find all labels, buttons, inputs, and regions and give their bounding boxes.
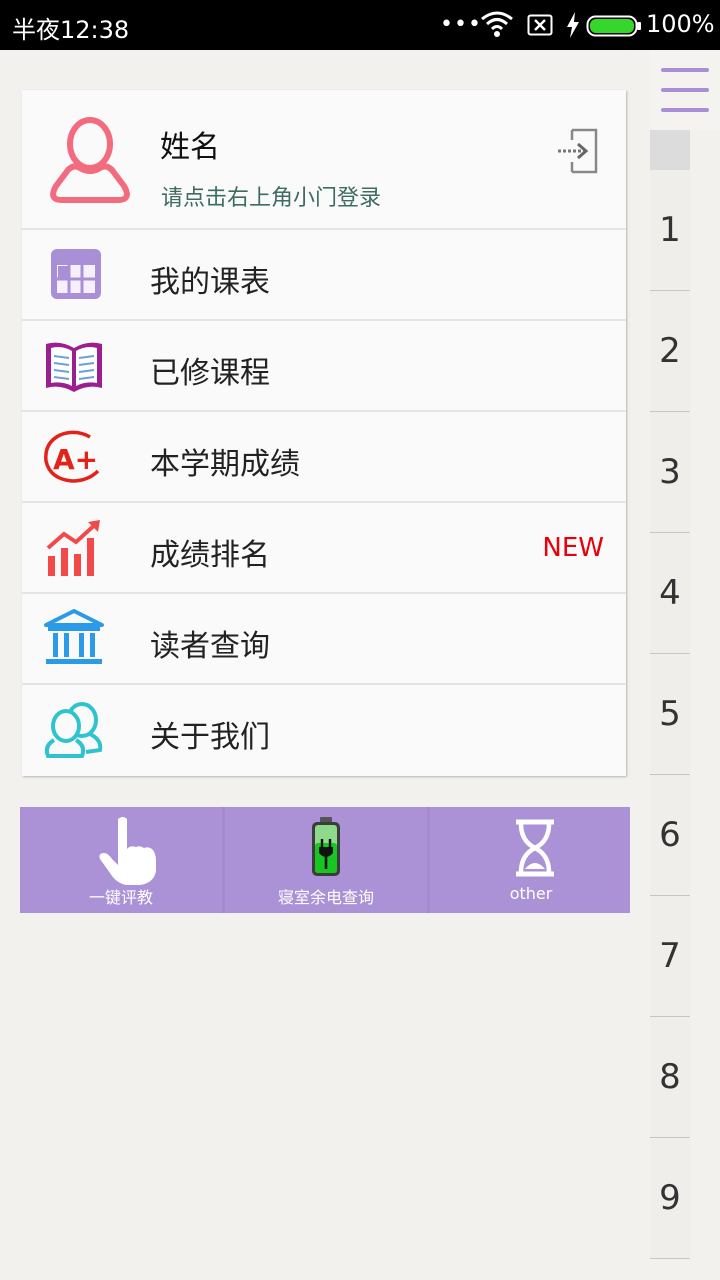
- new-badge: NEW: [542, 533, 604, 563]
- menu-item-timetable[interactable]: 我的课表: [22, 230, 626, 321]
- timetable-icon: [51, 249, 101, 299]
- status-time: 半夜12:38: [12, 16, 130, 44]
- hamburger-menu-icon: [661, 68, 709, 72]
- battery-percent: 100%: [646, 10, 715, 38]
- menu-item-grade-ranking[interactable]: 成绩排名 NEW: [22, 503, 626, 594]
- side-index-header: [650, 130, 690, 170]
- more-notifications-icon: •••: [440, 12, 482, 37]
- side-index-item[interactable]: 4: [650, 533, 690, 654]
- quick-action-label: 一键评教: [88, 888, 153, 907]
- hamburger-menu-button[interactable]: [650, 50, 720, 130]
- menu-item-courses-taken[interactable]: 已修课程: [22, 321, 626, 412]
- user-name: 姓名: [160, 130, 220, 165]
- side-menu-card: 姓名 请点击右上角小门登录 我的课表 已修课程 A+ 本学期成绩 成绩排名 NE…: [22, 90, 626, 776]
- login-hint: 请点击右上角小门登录: [161, 186, 382, 211]
- side-index-item[interactable]: 8: [650, 1017, 690, 1138]
- side-index-item[interactable]: 6: [650, 775, 690, 896]
- menu-item-label: 读者查询: [150, 629, 270, 664]
- side-index-panel: 123456789: [650, 50, 720, 1280]
- quick-action-other[interactable]: other: [430, 807, 632, 913]
- menu-item-label: 我的课表: [150, 265, 270, 300]
- menu-item-about-us[interactable]: 关于我们: [22, 685, 626, 774]
- pointing-hand-icon: [99, 817, 156, 885]
- quick-action-teaching-evaluation[interactable]: 一键评教: [20, 807, 222, 913]
- charging-bolt-icon: [567, 12, 579, 38]
- battery-icon: [586, 15, 641, 37]
- battery-charging-icon: [312, 817, 340, 876]
- side-index-item[interactable]: 5: [650, 654, 690, 775]
- wifi-icon: [481, 11, 513, 37]
- people-icon: [44, 702, 103, 758]
- login-door-icon[interactable]: [556, 128, 598, 174]
- svg-text:A+: A+: [53, 443, 98, 476]
- menu-item-reader-query[interactable]: 读者查询: [22, 594, 626, 685]
- quick-action-bar: 一键评教 寝室余电查询 other: [20, 807, 630, 913]
- menu-item-label: 关于我们: [150, 720, 270, 755]
- profile-header: 姓名 请点击右上角小门登录: [22, 90, 626, 230]
- rising-chart-icon: [46, 520, 100, 576]
- side-index-item[interactable]: 1: [650, 170, 690, 291]
- quick-action-dorm-electricity[interactable]: 寝室余电查询: [225, 807, 427, 913]
- side-index-item[interactable]: 3: [650, 412, 690, 533]
- quick-action-label: other: [509, 884, 553, 903]
- hourglass-icon: [516, 819, 554, 877]
- side-index-item[interactable]: 2: [650, 291, 690, 412]
- open-book-icon: [46, 342, 102, 392]
- a-plus-grade-icon: A+: [44, 430, 100, 483]
- menu-item-label: 成绩排名: [150, 538, 270, 573]
- menu-item-label: 本学期成绩: [150, 447, 300, 482]
- side-index-list: 123456789: [650, 170, 690, 1259]
- library-building-icon: [44, 609, 104, 664]
- user-avatar-icon: [50, 117, 130, 203]
- quick-action-label: 寝室余电查询: [277, 888, 374, 907]
- status-bar: 半夜12:38 ••• 100%: [0, 0, 720, 50]
- hamburger-line: [661, 108, 709, 112]
- no-sim-icon: [527, 14, 553, 36]
- menu-item-label: 已修课程: [150, 356, 270, 391]
- hamburger-line: [661, 88, 709, 92]
- menu-item-semester-grades[interactable]: A+ 本学期成绩: [22, 412, 626, 503]
- side-index-item[interactable]: 7: [650, 896, 690, 1017]
- side-index-item[interactable]: 9: [650, 1138, 690, 1259]
